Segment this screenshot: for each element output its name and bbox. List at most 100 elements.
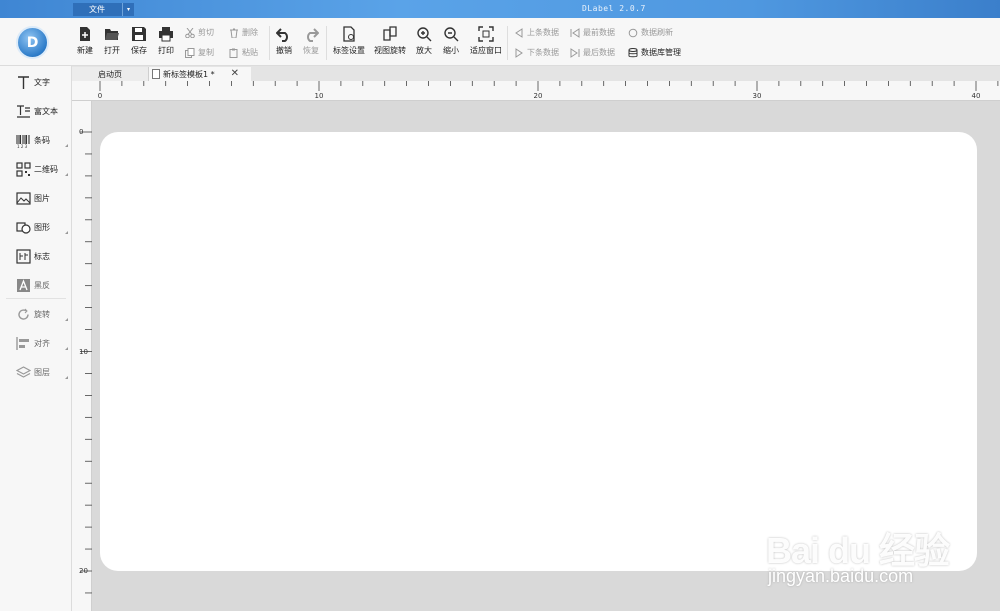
prev-record-button[interactable]: 上条数据 (514, 27, 559, 38)
cut-label: 剪切 (198, 28, 214, 37)
barcode-icon: 1 2 3 (16, 134, 30, 148)
sidebar-item-qrcode[interactable]: 二维码 (0, 157, 72, 181)
print-button[interactable]: 打印 (158, 26, 174, 56)
tab-label: 启动页 (98, 69, 122, 79)
sidebar-item-align[interactable]: 对齐 (0, 331, 72, 355)
rich-text-icon (17, 104, 30, 118)
app-logo: D (16, 26, 49, 59)
view-rotate-label: 视图旋转 (374, 46, 406, 55)
file-menu[interactable]: 文件 ▾ (73, 3, 134, 16)
sidebar-item-label: 黑反 (34, 280, 50, 290)
sidebar-item-layers[interactable]: 图层 (0, 360, 72, 384)
sidebar-item-label: 图片 (34, 193, 50, 203)
sidebar-item-image[interactable]: 图片 (0, 186, 72, 210)
label-settings-label: 标签设置 (333, 46, 365, 55)
sidebar-item-label: 条码 (34, 135, 50, 145)
redo-label: 恢复 (303, 46, 319, 55)
folder-open-icon (105, 29, 119, 40)
app-title: DLabel 2.0.7 (582, 4, 646, 13)
rotate-icon (18, 308, 29, 320)
undo-button[interactable]: 撤销 (276, 26, 292, 56)
zoom-out-icon (444, 27, 459, 42)
chevron-down-icon[interactable]: ▾ (122, 3, 134, 16)
sidebar-item-shape[interactable]: 图形 (0, 215, 72, 239)
title-bar: 文件 ▾ DLabel 2.0.7 (0, 0, 1000, 18)
save-label: 保存 (131, 46, 147, 55)
refresh-data-button[interactable]: 数据刷新 (628, 27, 673, 38)
copy-label: 复制 (198, 48, 214, 57)
last-record-button[interactable]: 最后数据 (570, 47, 615, 58)
ruler-label: 0 (79, 128, 84, 136)
new-file-icon (80, 27, 90, 41)
close-icon[interactable]: ✕ (231, 68, 239, 79)
database-manage-button[interactable]: 数据库管理 (628, 47, 681, 58)
zoom-in-button[interactable]: 放大 (416, 26, 432, 56)
sidebar-item-label: 标志 (34, 251, 50, 261)
refresh-data-label: 数据刷新 (641, 28, 673, 37)
logo-icon (16, 248, 31, 264)
printer-icon (159, 27, 173, 42)
prev-record-label: 上条数据 (527, 28, 559, 37)
next-record-button[interactable]: 下条数据 (514, 47, 559, 58)
open-button[interactable]: 打开 (104, 26, 120, 56)
label-settings-button[interactable]: 标签设置 (333, 26, 365, 56)
redo-icon (307, 28, 319, 42)
sidebar-item-logo[interactable]: 标志 (0, 244, 72, 268)
save-button[interactable]: 保存 (131, 26, 147, 56)
database-manage-label: 数据库管理 (641, 48, 681, 57)
sidebar-item-label: 二维码 (34, 164, 58, 174)
tab-new-label-template[interactable]: 新标签模板1 * ✕ (149, 67, 251, 81)
ruler-label: 10 (79, 348, 88, 356)
redo-button[interactable]: 恢复 (303, 26, 319, 56)
trash-icon (230, 28, 238, 38)
document-settings-icon (343, 26, 355, 42)
sidebar-item-text[interactable]: 文字 (0, 70, 72, 94)
toolbar-divider (507, 26, 508, 60)
sidebar-item-invert[interactable]: 黑反 (0, 273, 72, 297)
print-label: 打印 (158, 46, 174, 55)
sidebar-item-barcode[interactable]: 1 2 3 条码 (0, 128, 72, 152)
fit-window-button[interactable]: 适应窗口 (470, 26, 502, 56)
expand-corner-icon (65, 318, 68, 321)
new-button[interactable]: 新建 (77, 26, 93, 56)
expand-corner-icon (65, 231, 68, 234)
sidebar-item-label: 富文本 (34, 106, 58, 116)
undo-label: 撤销 (276, 46, 292, 55)
zoom-out-button[interactable]: 缩小 (443, 26, 459, 56)
expand-corner-icon (65, 376, 68, 379)
triangle-right-icon (515, 47, 523, 58)
refresh-icon (628, 28, 638, 37)
file-menu-label: 文件 (89, 5, 105, 14)
cut-button[interactable]: 剪切 (185, 27, 214, 38)
ruler-label: 20 (79, 567, 88, 575)
document-icon (152, 69, 160, 79)
sidebar-item-label: 图形 (34, 222, 50, 232)
sidebar-item-rotate[interactable]: 旋转 (0, 302, 72, 326)
sidebar-divider (6, 298, 66, 299)
zoom-in-icon (417, 27, 432, 42)
open-label: 打开 (104, 46, 120, 55)
ruler-label: 40 (971, 92, 981, 100)
image-icon (16, 191, 31, 205)
first-record-button[interactable]: 最前数据 (570, 27, 615, 38)
copy-button[interactable]: 复制 (185, 47, 214, 58)
sidebar-item-rich-text[interactable]: 富文本 (0, 99, 72, 123)
sidebar-item-label: 对齐 (34, 338, 50, 348)
tab-label: 新标签模板1 * (163, 69, 215, 79)
ruler-label: 20 (533, 92, 543, 100)
view-rotate-button[interactable]: 视图旋转 (374, 26, 406, 56)
last-record-label: 最后数据 (583, 48, 615, 57)
paste-button[interactable]: 粘贴 (229, 47, 258, 58)
qrcode-icon (16, 161, 31, 177)
toolbar-divider (269, 26, 270, 60)
delete-button[interactable]: 删除 (229, 27, 258, 38)
database-icon (628, 47, 638, 57)
copy-icon (185, 47, 195, 58)
new-label: 新建 (77, 46, 93, 55)
text-icon (18, 75, 29, 89)
first-record-label: 最前数据 (583, 28, 615, 37)
tab-start-page[interactable]: 启动页 (72, 67, 149, 81)
expand-corner-icon (65, 347, 68, 350)
zoom-in-label: 放大 (416, 46, 432, 55)
delete-label: 删除 (242, 28, 258, 37)
